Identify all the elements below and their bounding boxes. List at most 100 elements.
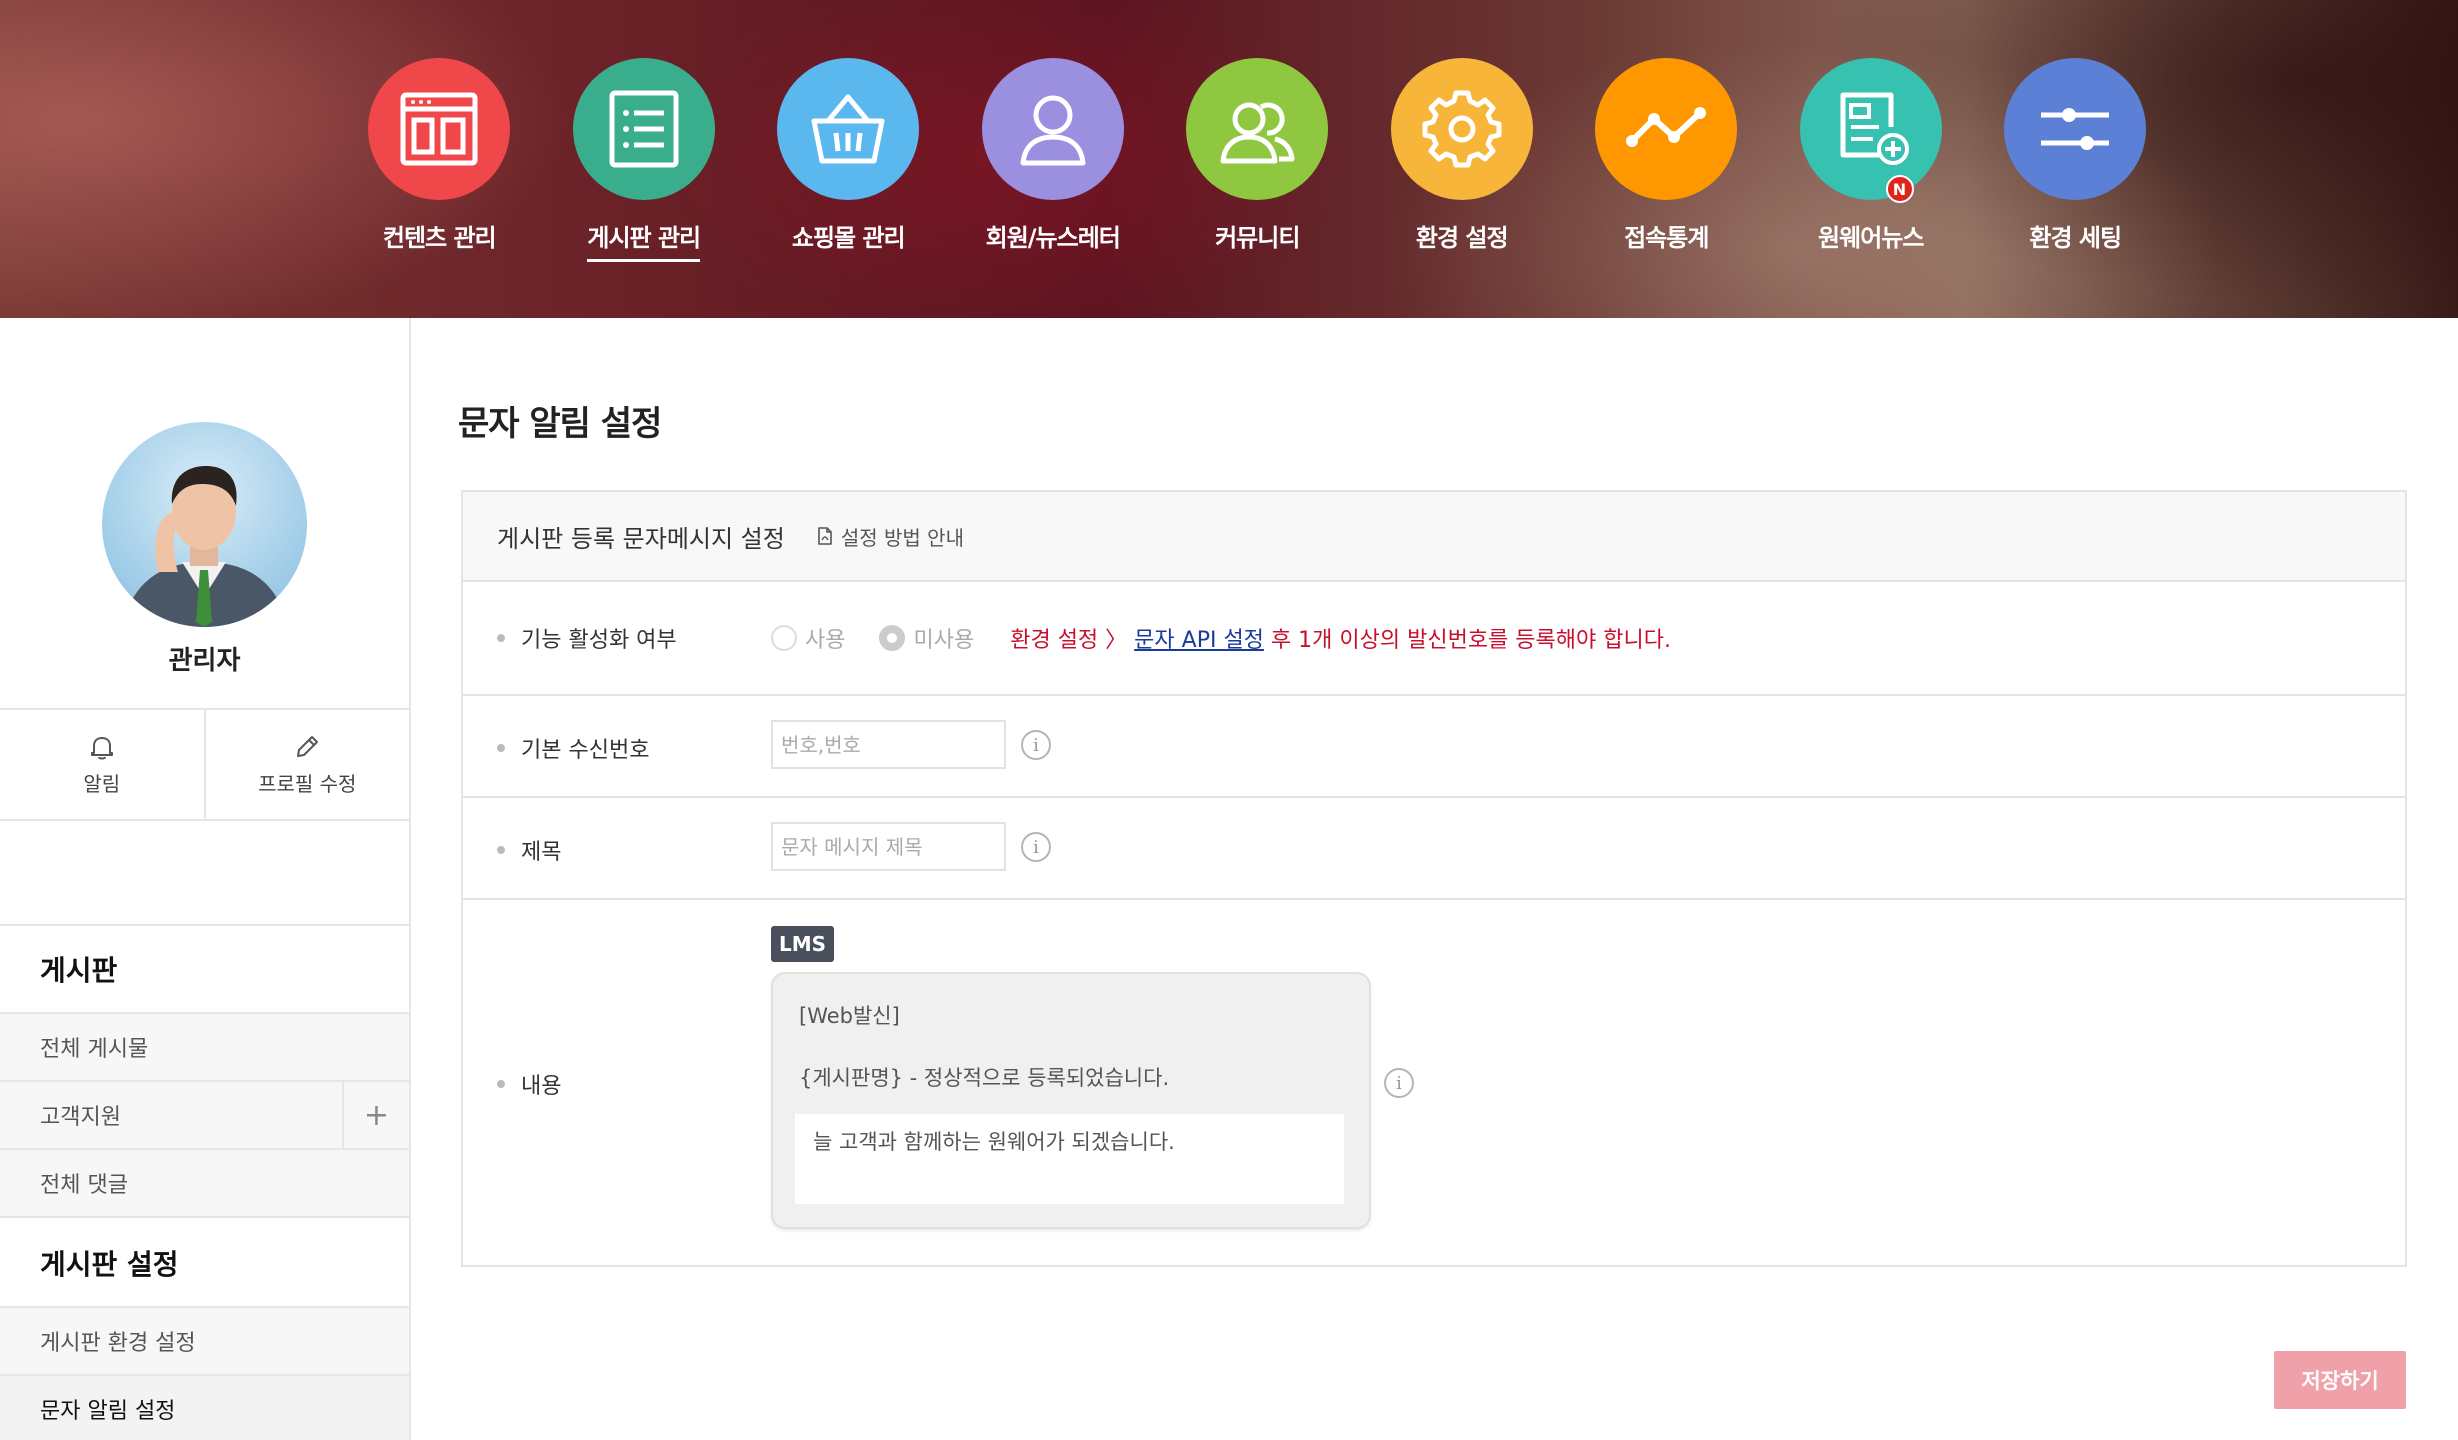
nav-item-stats[interactable]: 접속통계 xyxy=(1564,58,1769,262)
nav-label-env-setting: 환경 세팅 xyxy=(2029,224,2122,252)
sms-settings-panel: 게시판 등록 문자메시지 설정 설정 방법 안내 기능 활성화 여부 사용 미사… xyxy=(461,490,2407,1267)
bullet-dot xyxy=(497,744,505,752)
nav-label-stats: 접속통계 xyxy=(1624,224,1709,252)
sidebar: 관리자 알림 프로필 수정 게시판 전체 게시물 고객지원 + 전체 댓글 게시… xyxy=(0,318,411,1440)
nav-label-shopping: 쇼핑몰 관리 xyxy=(791,224,906,252)
content-label: 내용 xyxy=(497,1068,561,1100)
setup-guide-label: 설정 방법 안내 xyxy=(840,525,964,550)
subject-label: 제목 xyxy=(497,834,561,866)
subject-input[interactable] xyxy=(771,822,1006,871)
nav-circle xyxy=(1390,58,1533,200)
nav-circle xyxy=(2004,58,2147,200)
nav-item-community[interactable]: 커뮤니티 xyxy=(1155,58,1360,262)
profile-edit-label: 프로필 수정 xyxy=(258,772,357,796)
radio-unuse[interactable]: 미사용 xyxy=(879,622,974,654)
gear-icon xyxy=(1422,90,1502,168)
row-receiver: 기본 수신번호 i xyxy=(463,696,2405,798)
board-icon xyxy=(609,90,679,168)
sms-api-settings-link[interactable]: 문자 API 설정 xyxy=(1134,628,1264,653)
nav-circle xyxy=(981,58,1124,200)
community-icon xyxy=(1220,102,1295,164)
nav-item-settings[interactable]: 환경 설정 xyxy=(1360,58,1565,262)
info-icon[interactable]: i xyxy=(1021,832,1051,862)
radio-unuse-circle xyxy=(879,625,906,651)
content-label-text: 내용 xyxy=(521,1074,562,1099)
save-button[interactable]: 저장하기 xyxy=(2274,1351,2406,1409)
menu-section-board: 게시판 xyxy=(0,926,409,1014)
radio-unuse-label: 미사용 xyxy=(913,628,975,653)
admin-name: 관리자 xyxy=(168,646,241,676)
radio-use[interactable]: 사용 xyxy=(771,622,845,654)
activation-label-text: 기능 활성화 여부 xyxy=(521,628,677,653)
row-subject: 제목 i xyxy=(463,798,2405,900)
row-activation: 기능 활성화 여부 사용 미사용 환경 설정 〉 문자 API 설정 후 1개 … xyxy=(463,582,2405,696)
receiver-number-input[interactable] xyxy=(771,720,1006,769)
avatar xyxy=(102,422,307,627)
page-title: 문자 알림 설정 xyxy=(458,404,662,444)
nav-item-content[interactable]: 컨텐츠 관리 xyxy=(337,58,542,262)
activation-label: 기능 활성화 여부 xyxy=(497,622,677,654)
menu-item-label: 문자 알림 설정 xyxy=(40,1399,176,1424)
top-nav: 컨텐츠 관리 게시판 관리 쇼핑몰 관리 회원/뉴스레터 커뮤니티 환경 설정 … xyxy=(337,58,2178,262)
setup-guide-link[interactable]: 설정 방법 안내 xyxy=(815,522,964,551)
menu-item-board-env-settings[interactable]: 게시판 환경 설정 xyxy=(0,1308,409,1376)
subject-label-text: 제목 xyxy=(521,840,562,865)
nav-circle xyxy=(572,58,715,200)
top-header: 컨텐츠 관리 게시판 관리 쇼핑몰 관리 회원/뉴스레터 커뮤니티 환경 설정 … xyxy=(0,0,2458,318)
menu-item-sms-notice-settings[interactable]: 문자 알림 설정 xyxy=(0,1376,409,1440)
news-icon xyxy=(1840,92,1909,165)
panel-header: 게시판 등록 문자메시지 설정 설정 방법 안내 xyxy=(463,492,2405,582)
nav-label-board: 게시판 관리 xyxy=(587,218,701,262)
bullet-dot xyxy=(497,846,505,854)
bullet-dot xyxy=(497,634,505,642)
nav-label-member: 회원/뉴스레터 xyxy=(985,224,1121,252)
menu-item-label: 게시판 환경 설정 xyxy=(40,1331,196,1356)
add-board-button[interactable]: + xyxy=(342,1082,409,1148)
nav-label-news: 원웨어뉴스 xyxy=(1818,224,1924,252)
nav-label-content: 컨텐츠 관리 xyxy=(382,224,497,252)
sms-line-board: {게시판명} - 정상적으로 등록되었습니다. xyxy=(799,1066,1170,1090)
bullet-dot xyxy=(497,1080,505,1088)
menu-item-label: 전체 게시물 xyxy=(40,1037,149,1062)
nav-item-member[interactable]: 회원/뉴스레터 xyxy=(951,58,1156,262)
notice-prefix: 환경 설정 〉 xyxy=(1010,628,1128,653)
receiver-label-text: 기본 수신번호 xyxy=(521,738,650,763)
nav-label-community: 커뮤니티 xyxy=(1215,224,1300,252)
nav-circle xyxy=(368,58,511,200)
member-icon xyxy=(1020,95,1086,166)
pencil-icon xyxy=(297,736,319,757)
basket-icon xyxy=(811,94,885,164)
panel-title: 게시판 등록 문자메시지 설정 xyxy=(497,524,785,553)
menu-item-all-posts[interactable]: 전체 게시물 xyxy=(0,1014,409,1082)
pdf-document-icon xyxy=(818,527,832,545)
profile-edit-button[interactable]: 프로필 수정 xyxy=(203,710,410,819)
activation-notice: 환경 설정 〉 문자 API 설정 후 1개 이상의 발신번호를 등록해야 합니… xyxy=(1010,622,1671,654)
bell-icon xyxy=(90,737,113,760)
quick-actions: 알림 프로필 수정 xyxy=(0,708,409,821)
lms-badge: LMS xyxy=(771,926,835,962)
info-icon[interactable]: i xyxy=(1021,730,1051,760)
sms-content-editor[interactable]: 늘 고객과 함께하는 원웨어가 되겠습니다. xyxy=(795,1114,1344,1204)
nav-item-news[interactable]: N 원웨어뉴스 xyxy=(1769,58,1974,262)
stats-icon xyxy=(1626,107,1707,147)
nav-circle xyxy=(1595,58,1738,200)
content-icon xyxy=(400,92,478,166)
alarm-button[interactable]: 알림 xyxy=(0,710,204,819)
menu-item-label: 전체 댓글 xyxy=(40,1173,128,1198)
nav-item-env-setting[interactable]: 환경 세팅 xyxy=(1973,58,2178,262)
sms-preview-box: [Web발신] {게시판명} - 정상적으로 등록되었습니다. 늘 고객과 함께… xyxy=(771,972,1371,1229)
menu-item-label: 고객지원 xyxy=(40,1105,121,1130)
notice-suffix: 후 1개 이상의 발신번호를 등록해야 합니다. xyxy=(1263,628,1671,653)
info-icon[interactable]: i xyxy=(1384,1068,1414,1098)
menu-section-board-settings: 게시판 설정 xyxy=(0,1220,409,1308)
sms-line-web: [Web발신] xyxy=(799,1004,900,1028)
menu-item-all-comments[interactable]: 전체 댓글 xyxy=(0,1150,409,1218)
nav-label-settings: 환경 설정 xyxy=(1415,224,1509,252)
receiver-label: 기본 수신번호 xyxy=(497,732,649,764)
menu-item-customer-support[interactable]: 고객지원 + xyxy=(0,1082,409,1150)
nav-circle xyxy=(777,58,920,200)
nav-item-board[interactable]: 게시판 관리 xyxy=(542,58,747,262)
new-badge: N xyxy=(1885,175,1914,203)
alarm-label: 알림 xyxy=(83,772,121,796)
nav-item-shopping[interactable]: 쇼핑몰 관리 xyxy=(746,58,951,262)
